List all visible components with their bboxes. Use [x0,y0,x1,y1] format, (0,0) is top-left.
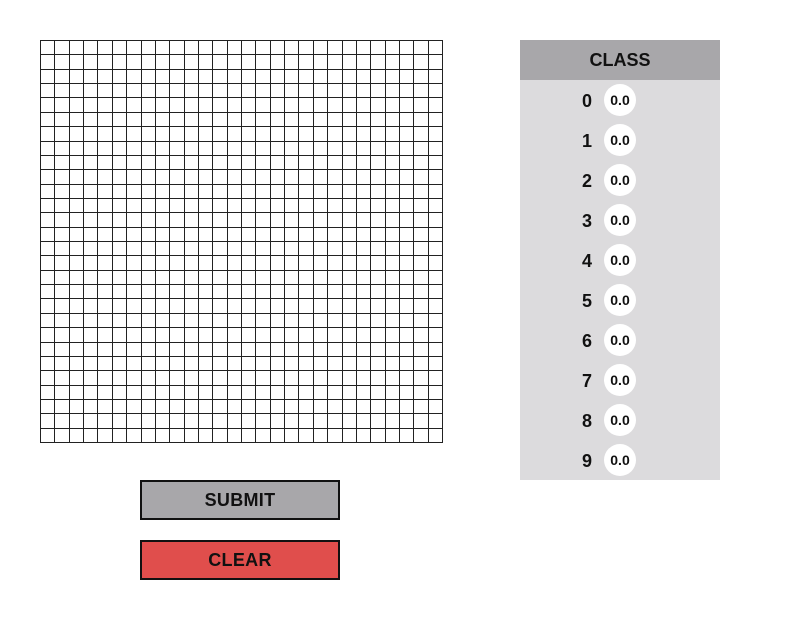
class-score-badge: 0.0 [604,124,636,156]
class-row-0: 0 0.0 [520,80,720,120]
class-label: 2 [581,171,592,191]
class-row-1: 1 0.0 [520,120,720,160]
class-label: 0 [581,91,592,111]
class-label: 7 [581,371,592,391]
class-panel: CLASS 0 0.0 1 0.0 2 0.0 3 0.0 4 0.0 5 0.0 6 0.0 7 0.0 8 0… [520,40,720,480]
drawing-canvas[interactable] [40,40,443,443]
class-row-9: 9 0.0 [520,440,720,480]
class-row-5: 5 0.0 [520,280,720,320]
drawing-grid-svg[interactable] [40,40,443,443]
class-label: 5 [581,291,592,311]
class-score-badge: 0.0 [604,164,636,196]
class-label: 4 [581,251,592,271]
class-label: 9 [581,451,592,471]
class-score-badge: 0.0 [604,404,636,436]
class-score-badge: 0.0 [604,364,636,396]
class-header: CLASS [520,40,720,80]
digit-classifier-page: SUBMIT CLEAR CLASS 0 0.0 1 0.0 2 0.0 3 0.0 4 0.0 5… [0,0,800,640]
class-label: 8 [581,411,592,431]
class-row-7: 7 0.0 [520,360,720,400]
class-row-8: 8 0.0 [520,400,720,440]
class-label: 6 [581,331,592,351]
submit-button[interactable]: SUBMIT [140,480,340,520]
class-score-badge: 0.0 [604,284,636,316]
class-label: 3 [581,211,592,231]
class-score-badge: 0.0 [604,444,636,476]
class-row-6: 6 0.0 [520,320,720,360]
class-row-4: 4 0.0 [520,240,720,280]
class-score-badge: 0.0 [604,324,636,356]
class-score-badge: 0.0 [604,244,636,276]
class-row-3: 3 0.0 [520,200,720,240]
class-score-badge: 0.0 [604,204,636,236]
class-row-2: 2 0.0 [520,160,720,200]
clear-button[interactable]: CLEAR [140,540,340,580]
class-label: 1 [581,131,592,151]
class-score-badge: 0.0 [604,84,636,116]
